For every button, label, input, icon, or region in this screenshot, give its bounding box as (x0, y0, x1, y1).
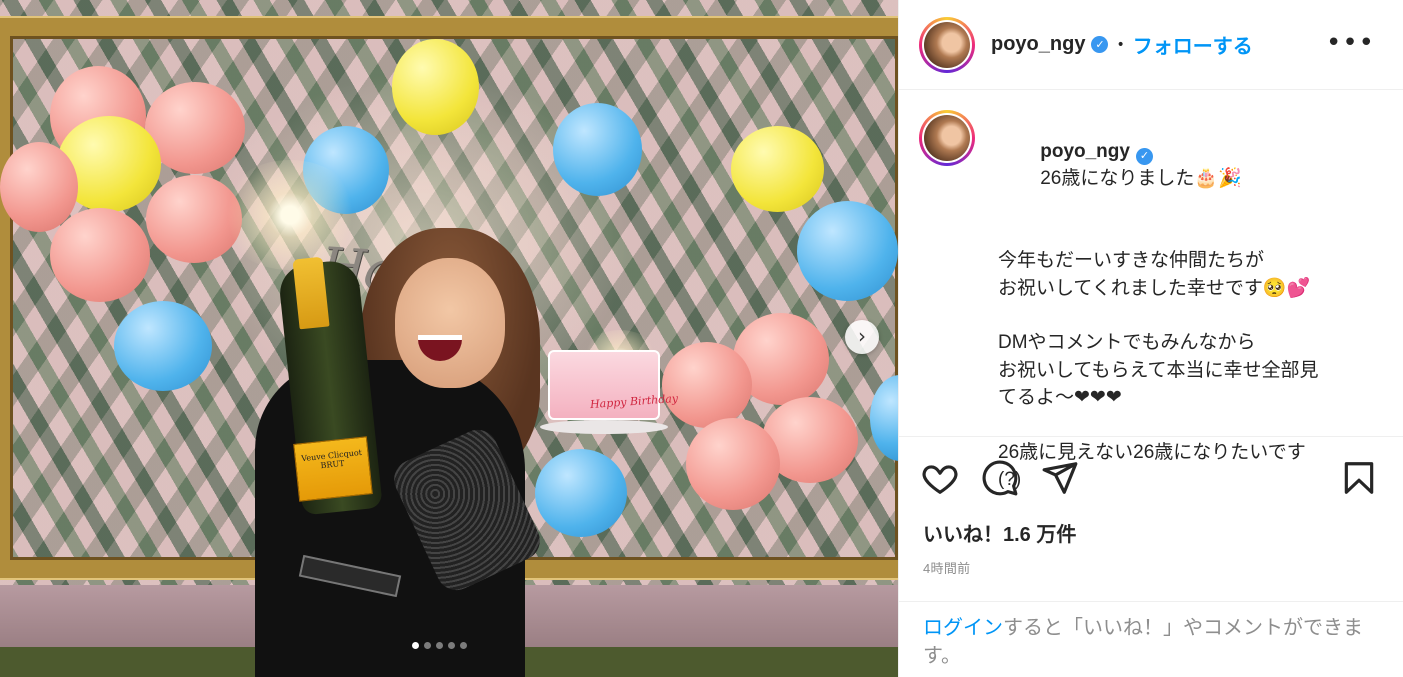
caption-line: 今年もだーいすきな仲間たちが (998, 250, 1265, 271)
carousel-indicator (412, 642, 467, 649)
carousel-dot (448, 642, 455, 649)
balloon (731, 126, 824, 212)
balloon (535, 449, 627, 537)
balloon (392, 39, 479, 135)
caption-line: お祝いしてもらえて本当に幸せ全部見 (998, 359, 1319, 381)
caption-line: お祝いしてくれました幸せです🥺💕 (998, 277, 1311, 299)
person-face (395, 258, 505, 388)
more-icon[interactable]: ••• (1326, 30, 1375, 56)
profile-photo (924, 21, 970, 68)
carousel-dot (424, 642, 431, 649)
carousel-dot (436, 642, 443, 649)
post-header: poyo_ngy ✓ • フォローする ••• (899, 0, 1403, 90)
follow-button[interactable]: フォローする (1133, 30, 1253, 59)
comment-icon[interactable] (981, 459, 1019, 497)
caption-username[interactable]: poyo_ngy (1040, 141, 1130, 162)
separator-dot: • (1116, 36, 1125, 53)
avatar[interactable] (919, 16, 975, 73)
share-icon[interactable] (1041, 459, 1079, 497)
profile-photo (924, 115, 970, 161)
verified-badge-icon: ✓ (1091, 36, 1109, 53)
post-side-panel: poyo_ngy ✓ • フォローする ••• poyo_ngy ✓ 26歳になり… (898, 0, 1403, 677)
balloon (662, 342, 752, 428)
login-link[interactable]: ログイン (923, 617, 1003, 639)
caption-text: poyo_ngy ✓ 26歳になりました🎂🎉 今年もだーいすきな仲間たちが お祝い… (998, 110, 1378, 491)
balloon (686, 418, 780, 510)
caption-line: てるよ〜❤❤❤ (998, 387, 1122, 408)
caption-line: 26歳になりました🎂🎉 (1040, 168, 1242, 189)
chevron-right-icon[interactable]: › (845, 320, 879, 354)
caption-area: poyo_ngy ✓ 26歳になりました🎂🎉 今年もだーいすきな仲間たちが お祝い… (899, 90, 1403, 491)
caption-avatar[interactable] (919, 110, 975, 166)
balloon (553, 103, 642, 196)
bottle-label: Veuve Clicquot BRUT (293, 436, 373, 502)
heart-icon[interactable] (921, 459, 959, 497)
login-prompt: ログインすると「いいね！」やコメントができます。 (899, 601, 1403, 677)
bookmark-icon[interactable] (1340, 459, 1378, 497)
verified-badge-icon: ✓ (1135, 147, 1153, 165)
action-bar (899, 436, 1403, 516)
post-timestamp[interactable]: 4時間前 (923, 558, 970, 577)
balloon (797, 201, 898, 301)
carousel-dot (460, 642, 467, 649)
like-count[interactable]: いいね！1.6 万件 (923, 518, 1076, 547)
carousel-dot-active (412, 642, 419, 649)
balloon (114, 301, 212, 391)
cake-plate (540, 420, 668, 434)
balloon (50, 208, 150, 302)
caption-line: DMやコメントでもみんなから (998, 332, 1256, 353)
post-image[interactable]: Happy Birthday Veuve Clicquot BRUT Happy… (0, 0, 898, 677)
username-link[interactable]: poyo_ngy (991, 33, 1085, 56)
